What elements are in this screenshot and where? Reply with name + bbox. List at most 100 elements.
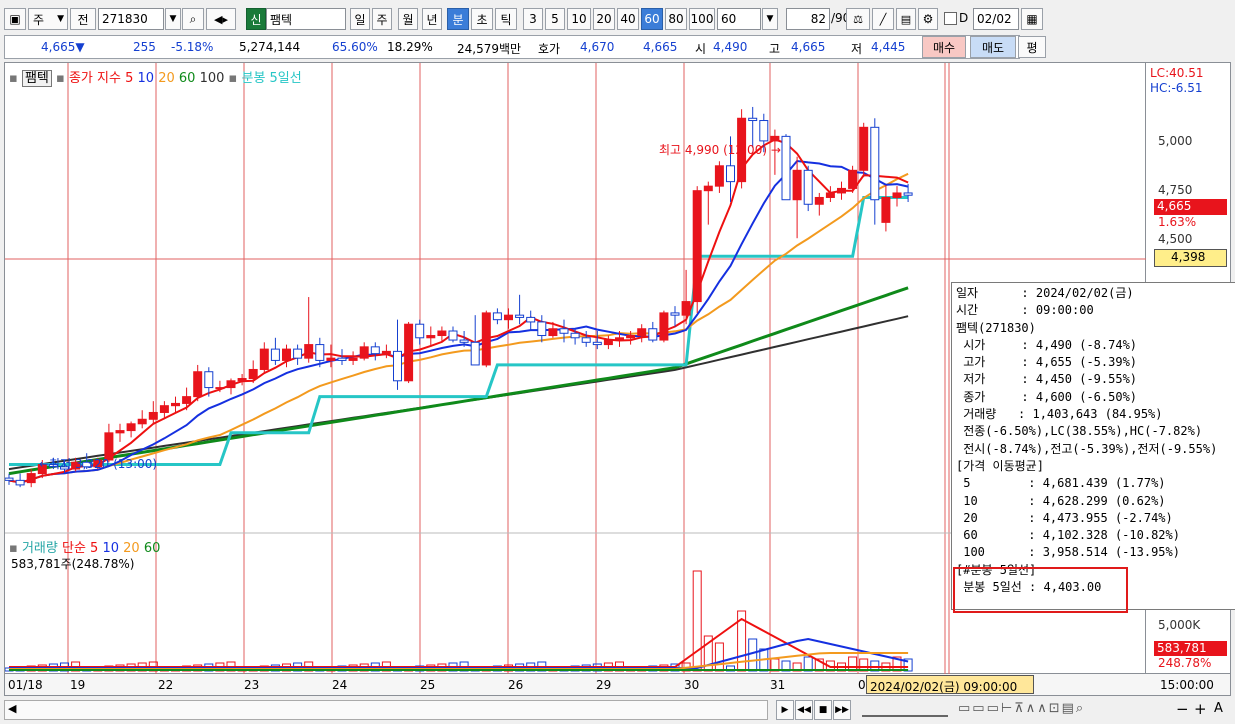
layout-icon[interactable]: ▣: [4, 8, 26, 30]
daily-ma5-line: [9, 196, 909, 466]
interval-3-button[interactable]: 3: [523, 8, 543, 30]
scroll-start-icon[interactable]: ▶: [776, 700, 794, 720]
high-annotation: 최고 4,990 (12:00) →: [659, 143, 781, 157]
eval-button[interactable]: 평: [1018, 36, 1046, 58]
low-label: 저: [851, 42, 863, 56]
y-tick-4750: 4,750: [1158, 183, 1193, 197]
candle-body: [126, 423, 136, 432]
price-legend: ▪ 팸텍 ▪ 종가 지수 5 10 20 60 100 ▪ 분봉 5일선: [9, 67, 302, 87]
market-type-select[interactable]: 주 ▼: [28, 8, 68, 30]
candle-body: [659, 312, 669, 341]
tooltip-line: 5 : 4,681.439 (1.77%): [956, 476, 1166, 491]
interval-60-button[interactable]: 60: [641, 8, 663, 30]
tooltip-line: 종가 : 4,600 (-6.50%): [956, 389, 1138, 404]
scroll-left-icon[interactable]: ◀: [8, 702, 16, 715]
interval-dropdown-button[interactable]: ▼: [762, 8, 778, 30]
buy-button[interactable]: 매수: [922, 36, 966, 58]
legend-ma10: 10: [137, 71, 155, 86]
indicator-icon[interactable]: ⚖: [846, 8, 870, 30]
hc-label: HC:-6.51: [1150, 81, 1203, 95]
play-icon[interactable]: ▶▶: [833, 700, 851, 720]
period-second-button[interactable]: 초: [471, 8, 493, 30]
tooltip-line: 저가 : 4,450 (-9.55%): [956, 372, 1138, 387]
tooltip-line: 고가 : 4,655 (-5.39%): [956, 355, 1138, 370]
candle-body: [15, 479, 25, 486]
calendar-icon[interactable]: ▦: [1021, 8, 1043, 30]
count-input[interactable]: 82: [786, 8, 830, 30]
change-rate: -5.18%: [171, 40, 214, 54]
highlight-box: [953, 567, 1128, 613]
candle-body: [282, 348, 291, 361]
candle-body: [792, 169, 802, 201]
trade-amount: 24,579백만: [457, 42, 522, 56]
period-day-button[interactable]: 일: [350, 8, 370, 30]
candle-body: [859, 126, 869, 171]
date-checkbox[interactable]: [944, 12, 957, 25]
current-price: 4,665▼: [41, 40, 85, 54]
scope-button[interactable]: 전: [70, 8, 96, 30]
candle-body: [426, 335, 436, 339]
period-tick-button[interactable]: 틱: [495, 8, 517, 30]
candle-body: [237, 378, 247, 382]
zoom-out-icon[interactable]: −: [1176, 700, 1189, 718]
tooltip-line: 일자 : 2024/02/02(금): [956, 286, 1134, 300]
candle-body: [359, 346, 369, 359]
quote-bar: 4,665▼ 255 -5.18% 5,274,144 65.60% 18.29…: [4, 35, 1020, 59]
gear-icon[interactable]: ⚙: [918, 8, 938, 30]
sound-icon[interactable]: ◀▸: [206, 8, 236, 30]
tooltip-line: 100 : 3,958.514 (-13.95%): [956, 545, 1180, 560]
interval-5-button[interactable]: 5: [545, 8, 565, 30]
period-minute-button[interactable]: 분: [447, 8, 469, 30]
candle-body: [703, 185, 713, 192]
candle-body: [304, 344, 314, 359]
volume-tick: 5,000K: [1158, 618, 1201, 632]
interval-80-button[interactable]: 80: [665, 8, 687, 30]
candle-body: [415, 323, 425, 339]
interval-40-button[interactable]: 40: [617, 8, 639, 30]
price-change: 255: [133, 40, 156, 54]
candle-body: [892, 192, 902, 198]
open-price: 4,490: [713, 40, 748, 54]
code-dropdown-button[interactable]: ▼: [165, 8, 181, 30]
zoom-slider[interactable]: [862, 703, 948, 717]
candle-body: [825, 192, 835, 198]
x-label-22: 22: [158, 678, 174, 692]
credit-badge: 신: [246, 8, 266, 30]
save-icon[interactable]: ▤: [896, 8, 916, 30]
stock-code-input[interactable]: 271830: [98, 8, 164, 30]
scrollbar[interactable]: [4, 700, 768, 720]
x-label-26: 26: [508, 678, 524, 692]
stop-icon[interactable]: ■: [814, 700, 832, 720]
sell-button[interactable]: 매도: [970, 36, 1016, 58]
legend-title: 종가 지수 5: [68, 71, 134, 86]
step-back-icon[interactable]: ◀◀: [795, 700, 813, 720]
zoom-in-icon[interactable]: +: [1194, 700, 1207, 718]
high-label: 고: [769, 42, 781, 56]
interval-10-button[interactable]: 10: [567, 8, 591, 30]
tooltip-line: 10 : 4,628.299 (0.62%): [956, 493, 1166, 508]
chart-tools-icons[interactable]: ▭▭▭⊢⊼∧∧⊡▤⌕: [958, 701, 1085, 716]
period-month-button[interactable]: 월: [398, 8, 418, 30]
tooltip-line: 20 : 4,473.955 (-2.74%): [956, 510, 1173, 525]
interval-20-button[interactable]: 20: [593, 8, 615, 30]
legend-ma100: 100: [199, 71, 225, 86]
interval-input[interactable]: 60: [717, 8, 761, 30]
candle-body: [5, 477, 14, 481]
drawing-icon[interactable]: ╱: [872, 8, 894, 30]
interval-100-button[interactable]: 100: [689, 8, 715, 30]
period-week-button[interactable]: 주: [372, 8, 392, 30]
volume-bar: [692, 570, 702, 672]
candle-body: [293, 348, 303, 359]
font-size-icon[interactable]: A: [1214, 701, 1223, 716]
search-icon[interactable]: ⌕: [182, 8, 204, 30]
candle-body: [781, 135, 791, 201]
tooltip-line: 거래량 : 1,403,643 (84.95%): [956, 407, 1163, 422]
date-input[interactable]: 02/02: [973, 8, 1019, 30]
crosshair-price-marker: 4,398: [1154, 249, 1227, 267]
period-year-button[interactable]: 년: [422, 8, 442, 30]
candle-body: [337, 357, 347, 361]
candle-body: [848, 169, 858, 189]
candle-body: [592, 341, 602, 346]
stock-name-field[interactable]: 팸텍: [266, 8, 346, 30]
x-label-0: 0: [858, 678, 866, 692]
